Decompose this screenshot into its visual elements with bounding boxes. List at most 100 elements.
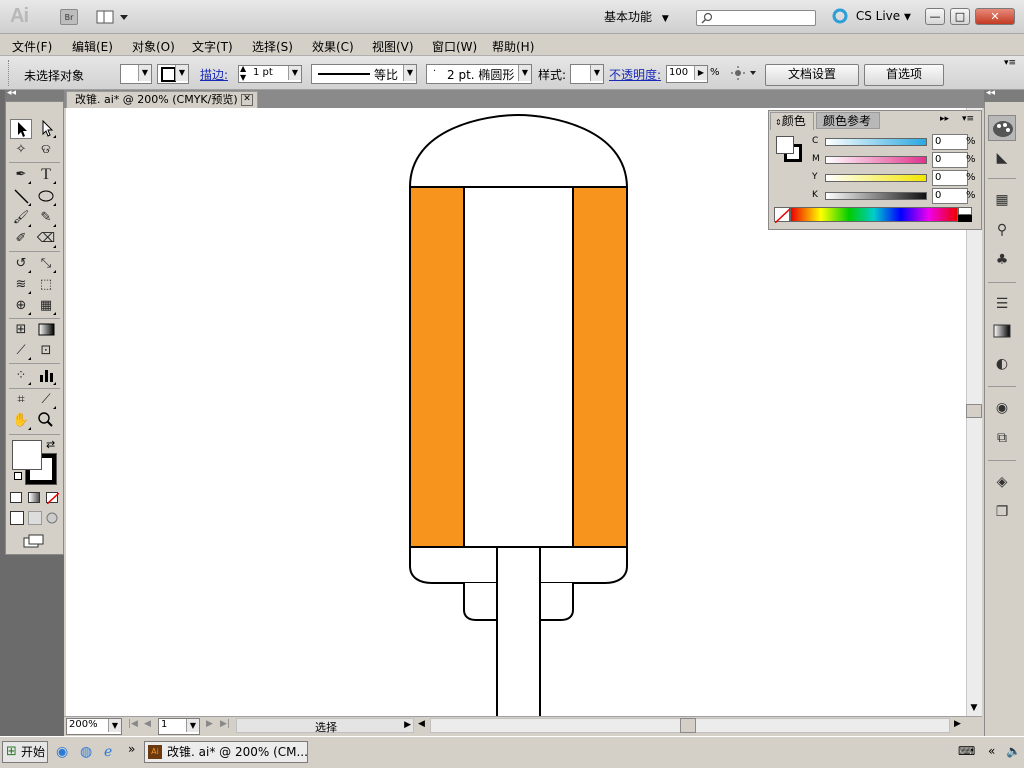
graphic-style-dropdown[interactable]: ▼ [570,64,604,84]
black-swatch[interactable] [958,215,972,222]
maximize-button[interactable]: □ [950,8,970,25]
swatches-dock-button[interactable]: ▦ [991,190,1013,210]
color-spectrum[interactable] [790,207,958,222]
first-artboard-icon[interactable]: |◀ [128,719,138,729]
none-color-button[interactable] [774,207,792,224]
perspective-grid-tool[interactable]: ▦ [35,296,57,316]
scale-tool[interactable]: ⤡ [35,254,57,274]
keyboard-tray-icon[interactable]: ⌨ [958,744,975,758]
opacity-field[interactable]: 100 ▶ [666,65,708,83]
channel-k-slider[interactable] [825,192,927,200]
stroke-weight-field[interactable]: ▲ ▼ 1 pt ▼ [238,64,302,83]
gradient-dock-button[interactable] [991,324,1013,344]
direct-selection-tool[interactable] [35,119,57,139]
rotate-tool[interactable]: ↺ [10,254,32,274]
cs-live-menu[interactable]: CS Live ▼ [832,8,911,24]
artboards-dock-button[interactable]: ❐ [991,502,1013,522]
color-guide-dock-button[interactable]: ◣ [991,148,1013,168]
workspace-switcher[interactable]: 基本功能 ▼ [604,8,669,25]
ie-quicklaunch-icon[interactable]: ℯ [104,744,112,760]
scroll-right-icon[interactable]: ▶ [954,719,961,729]
tools-panel-header[interactable]: ◂◂ [5,88,64,101]
document-setup-button[interactable]: 文档设置 [765,64,859,86]
minimize-button[interactable]: — [925,8,945,25]
arrange-documents-button[interactable] [96,9,130,25]
gradient-tool[interactable] [35,320,57,340]
paintbrush-tool[interactable]: 🖌 [10,208,32,228]
media-quicklaunch-icon[interactable]: ◍ [80,744,92,760]
symbol-sprayer-tool[interactable]: ⁘ [10,366,32,386]
bridge-button[interactable]: Br [60,9,78,25]
channel-c-value[interactable]: 0 [932,134,968,150]
draw-normal-button[interactable] [10,511,24,525]
channel-m-value[interactable]: 0 [932,152,968,168]
brushes-dock-button[interactable]: ⚲ [991,220,1013,240]
quicklaunch-more-icon[interactable]: » [128,742,135,756]
zoom-tool[interactable] [35,411,57,431]
menu-window[interactable]: 窗口(W) [432,38,477,55]
stroke-color-dropdown[interactable]: ▼ [157,64,189,84]
default-fill-stroke-icon[interactable] [14,472,22,480]
taskbar-item-illustrator[interactable]: Ai 改锥. ai* @ 200% (CM... [144,741,308,763]
close-tab-icon[interactable]: ✕ [241,94,253,106]
stroke-label[interactable]: 描边: [200,66,228,83]
column-graph-tool[interactable] [35,366,57,386]
tab-color-guide[interactable]: 颜色参考 [816,112,880,129]
menu-edit[interactable]: 编辑(E) [72,38,113,55]
transparency-dock-button[interactable]: ◐ [991,354,1013,374]
color-mode-button[interactable] [10,492,22,503]
swap-fill-stroke-icon[interactable]: ⇄ [46,438,55,451]
zoom-dropdown[interactable]: 200% ▼ [66,718,122,735]
channel-k-value[interactable]: 0 [932,188,968,204]
eraser-tool[interactable]: ⌫ [35,229,57,249]
menu-type[interactable]: 文字(T) [192,38,233,55]
next-artboard-icon[interactable]: ▶ [206,719,213,729]
stepper-icon[interactable]: ▲ ▼ [240,64,246,82]
width-tool[interactable]: ≋ [10,275,32,295]
collapse-icon[interactable]: ◂◂ [7,88,16,98]
lasso-tool[interactable]: ଡ [35,140,57,160]
channel-y-value[interactable]: 0 [932,170,968,186]
document-tab[interactable]: 改锥. ai* @ 200% (CMYK/预览) ✕ [66,91,258,108]
search-input[interactable] [696,10,816,26]
artboard-tool[interactable]: ⌗ [10,390,32,410]
close-button[interactable]: ✕ [975,8,1015,25]
ellipse-tool[interactable] [35,187,57,207]
pen-tool[interactable]: ✒ [10,165,32,185]
draw-behind-button[interactable] [28,511,42,525]
dock-header[interactable]: ◂◂ [984,88,1024,102]
variable-width-profile-dropdown[interactable]: 等比 ▼ [311,64,417,84]
panel-fill-swatch[interactable] [776,136,794,154]
preferences-button[interactable]: 首选项 [864,64,944,86]
channel-c-slider[interactable] [825,138,927,146]
gradient-mode-button[interactable] [28,492,40,503]
recolor-artwork-button[interactable] [730,64,756,82]
status-field[interactable]: 选择 ▶ [236,718,414,734]
start-button[interactable]: ⊞ 开始 [2,741,48,763]
channel-m-slider[interactable] [825,156,927,164]
color-panel-dock-button[interactable] [988,115,1016,141]
line-segment-tool[interactable] [10,187,32,207]
draw-inside-button[interactable] [46,511,58,525]
menu-file[interactable]: 文件(F) [12,38,52,55]
menu-select[interactable]: 选择(S) [252,38,293,55]
type-tool[interactable]: T [35,165,57,185]
blend-tool[interactable]: ⊡ [35,341,57,361]
collapse-panel-icon[interactable]: ▸▸ [940,114,949,124]
opacity-label[interactable]: 不透明度: [609,66,661,83]
last-artboard-icon[interactable]: ▶| [220,719,230,729]
collapse-icon[interactable]: ◂◂ [986,88,995,98]
slice-tool[interactable]: ⟋ [35,390,57,410]
volume-tray-icon[interactable]: 🔈 [1006,744,1021,758]
menu-view[interactable]: 视图(V) [372,38,414,55]
free-transform-tool[interactable]: ⬚ [35,275,57,295]
brush-definition-dropdown[interactable]: · 2 pt. 椭圆形 ▼ [426,64,532,84]
layers-dock-button[interactable]: ◈ [991,472,1013,492]
hand-tool[interactable]: ✋ [10,411,32,431]
pencil-tool[interactable]: ✎ [35,208,57,228]
horizontal-scroll-thumb[interactable] [680,718,696,733]
tray-expand-icon[interactable]: « [988,744,995,758]
symbols-dock-button[interactable]: ♣ [991,250,1013,270]
panel-grip[interactable] [8,60,12,86]
tab-color[interactable]: ⇕颜色 [770,112,814,130]
